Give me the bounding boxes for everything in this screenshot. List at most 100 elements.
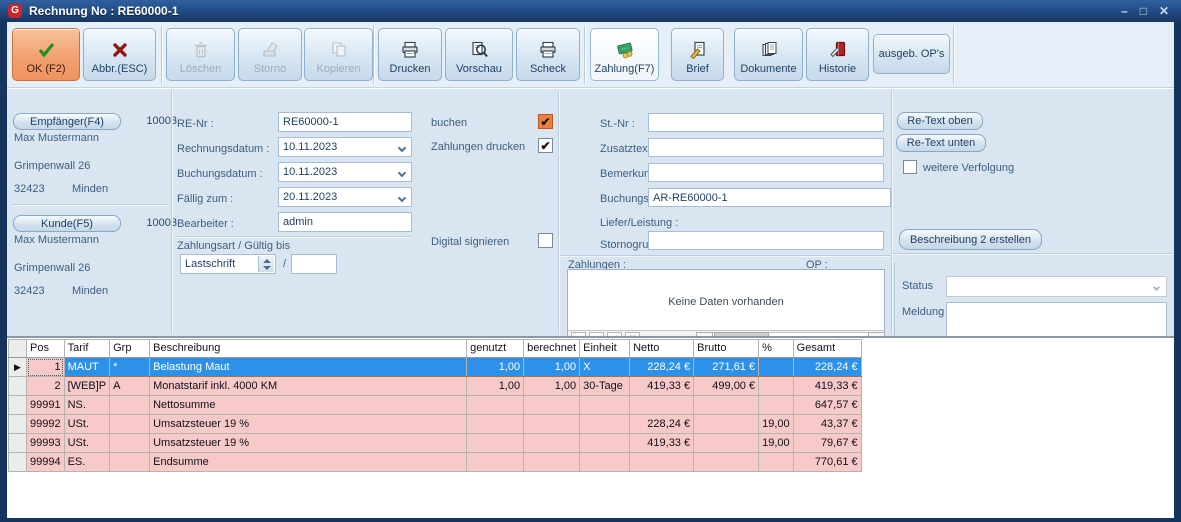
cell-einheit[interactable] xyxy=(580,415,630,434)
cell-percent[interactable]: 19,00 xyxy=(759,434,794,453)
cell-einheit[interactable]: X xyxy=(580,358,630,377)
cell-percent[interactable]: 19,00 xyxy=(759,415,794,434)
booking-text-input[interactable] xyxy=(648,188,891,207)
cell-genutzt[interactable] xyxy=(467,434,524,453)
close-button[interactable]: ✕ xyxy=(1159,5,1169,17)
cell-pos[interactable]: 2 xyxy=(27,377,65,396)
cell-tarif[interactable]: ES. xyxy=(64,453,110,472)
cell-beschreibung[interactable]: Umsatzsteuer 19 % xyxy=(150,415,467,434)
cell-percent[interactable] xyxy=(759,453,794,472)
recipient-button[interactable]: Empfänger(F4) xyxy=(13,113,121,130)
ok-button[interactable]: OK (F2) xyxy=(12,28,80,81)
editor-input[interactable] xyxy=(278,212,412,232)
cell-gesamt[interactable]: 43,37 € xyxy=(793,415,861,434)
re-text-bottom-button[interactable]: Re-Text unten xyxy=(896,134,986,152)
cell-beschreibung[interactable]: Belastung Maut xyxy=(150,358,467,377)
column-header-netto[interactable]: Netto xyxy=(630,340,694,358)
preview-button[interactable]: Vorschau xyxy=(445,28,513,81)
row-selector[interactable] xyxy=(9,377,27,396)
book-checkbox[interactable]: ✔ xyxy=(538,114,553,129)
cell-grp[interactable]: A xyxy=(110,377,150,396)
cell-pos[interactable]: 1 xyxy=(27,358,65,377)
cell-percent[interactable] xyxy=(759,358,794,377)
column-header-beschreibung[interactable]: Beschreibung xyxy=(150,340,467,358)
cancel-reason-input[interactable] xyxy=(648,231,884,250)
positions-table[interactable]: PosTarifGrpBeschreibunggenutztberechnetE… xyxy=(8,339,862,472)
cell-grp[interactable] xyxy=(110,415,150,434)
table-row[interactable]: 2[WEB]PAMonatstarif inkl. 4000 KM1,001,0… xyxy=(9,377,862,396)
cell-pos[interactable]: 99992 xyxy=(27,415,65,434)
cell-beschreibung[interactable]: Nettosumme xyxy=(150,396,467,415)
cell-tarif[interactable]: USt. xyxy=(64,434,110,453)
create-description2-button[interactable]: Beschreibung 2 erstellen xyxy=(899,229,1042,250)
cell-brutto[interactable] xyxy=(694,434,759,453)
tax-number-input[interactable] xyxy=(648,113,884,132)
cell-netto[interactable]: 228,24 € xyxy=(630,358,694,377)
spinner-buttons[interactable] xyxy=(258,256,274,272)
cell-netto[interactable] xyxy=(630,453,694,472)
table-row[interactable]: 99994ES.Endsumme770,61 € xyxy=(9,453,862,472)
maximize-button[interactable]: □ xyxy=(1140,5,1147,17)
digital-sign-checkbox[interactable] xyxy=(538,233,553,248)
column-header-genutzt[interactable]: genutzt xyxy=(467,340,524,358)
cell-netto[interactable] xyxy=(630,396,694,415)
cancel-button[interactable]: Abbr.(ESC) xyxy=(83,28,156,81)
cell-grp[interactable] xyxy=(110,434,150,453)
column-header-tarif[interactable]: Tarif xyxy=(64,340,110,358)
additional-text-input[interactable] xyxy=(648,138,884,157)
cell-genutzt[interactable] xyxy=(467,396,524,415)
cell-gesamt[interactable]: 770,61 € xyxy=(793,453,861,472)
re-nr-input[interactable] xyxy=(278,112,412,132)
open-items-button[interactable]: ausgeb. OP's xyxy=(873,34,950,74)
due-date-select[interactable]: 20.11.2023 xyxy=(278,187,412,207)
column-header-grp[interactable]: Grp xyxy=(110,340,150,358)
cell-brutto[interactable] xyxy=(694,415,759,434)
cell-grp[interactable] xyxy=(110,396,150,415)
history-button[interactable]: Historie xyxy=(806,28,869,81)
cell-brutto[interactable]: 499,00 € xyxy=(694,377,759,396)
cell-brutto[interactable] xyxy=(694,453,759,472)
cell-genutzt[interactable]: 1,00 xyxy=(467,377,524,396)
payment-method-select[interactable]: Lastschrift xyxy=(180,254,276,274)
row-selector[interactable]: ▶ xyxy=(9,358,27,377)
row-selector[interactable] xyxy=(9,396,27,415)
column-header-gesamt[interactable]: Gesamt xyxy=(793,340,861,358)
cell-tarif[interactable]: USt. xyxy=(64,415,110,434)
cell-genutzt[interactable] xyxy=(467,415,524,434)
letter-button[interactable]: Brief xyxy=(671,28,724,81)
cell-berechnet[interactable] xyxy=(524,434,580,453)
print-payments-checkbox[interactable]: ✔ xyxy=(538,138,553,153)
booking-date-select[interactable]: 10.11.2023 xyxy=(278,162,412,182)
status-select[interactable] xyxy=(946,276,1167,297)
cell-tarif[interactable]: [WEB]P xyxy=(64,377,110,396)
cell-brutto[interactable]: 271,61 € xyxy=(694,358,759,377)
cell-gesamt[interactable]: 79,67 € xyxy=(793,434,861,453)
row-selector[interactable] xyxy=(9,415,27,434)
cell-tarif[interactable]: NS. xyxy=(64,396,110,415)
cell-pos[interactable]: 99994 xyxy=(27,453,65,472)
cell-berechnet[interactable] xyxy=(524,453,580,472)
cell-netto[interactable]: 419,33 € xyxy=(630,377,694,396)
cell-grp[interactable] xyxy=(110,453,150,472)
column-header-berechnet[interactable]: berechnet xyxy=(524,340,580,358)
cheque-button[interactable]: Scheck xyxy=(516,28,580,81)
row-selector[interactable] xyxy=(9,453,27,472)
column-header-einheit[interactable]: Einheit xyxy=(580,340,630,358)
cell-pos[interactable]: 99993 xyxy=(27,434,65,453)
remark-input[interactable] xyxy=(648,163,884,182)
cell-grp[interactable]: * xyxy=(110,358,150,377)
table-row[interactable]: 99991NS.Nettosumme647,57 € xyxy=(9,396,862,415)
customer-button[interactable]: Kunde(F5) xyxy=(13,215,121,232)
column-header-brutto[interactable]: Brutto xyxy=(694,340,759,358)
cell-berechnet[interactable]: 1,00 xyxy=(524,377,580,396)
cell-genutzt[interactable]: 1,00 xyxy=(467,358,524,377)
print-button[interactable]: Drucken xyxy=(378,28,442,81)
cell-beschreibung[interactable]: Monatstarif inkl. 4000 KM xyxy=(150,377,467,396)
payment-button[interactable]: Zahlung(F7) xyxy=(590,28,659,81)
row-selector[interactable] xyxy=(9,434,27,453)
invoice-date-select[interactable]: 10.11.2023 xyxy=(278,137,412,157)
cell-berechnet[interactable] xyxy=(524,396,580,415)
column-header-pos[interactable]: Pos xyxy=(27,340,65,358)
valid-until-input[interactable] xyxy=(291,254,337,274)
cell-einheit[interactable] xyxy=(580,453,630,472)
